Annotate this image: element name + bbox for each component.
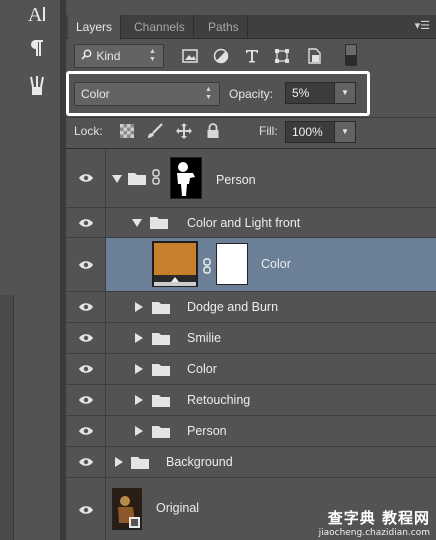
lock-row: Lock: Fill: 100% ▼	[66, 118, 436, 146]
group-expanded-triangle-icon[interactable]	[112, 175, 122, 183]
layers-panel: Layers Channels Paths ▾☰ Kind ▲ ▼ Color …	[66, 0, 436, 540]
fill-input[interactable]: 100%	[285, 121, 335, 143]
annotation-highlight-box	[66, 71, 370, 116]
tab-channels[interactable]: Channels	[126, 15, 194, 39]
folder-icon	[131, 457, 149, 469]
group-collapsed-triangle-icon[interactable]	[135, 426, 143, 436]
visibility-eye-icon[interactable]	[66, 416, 106, 446]
tab-layers[interactable]: Layers	[68, 15, 122, 40]
watermark-url: jiaocheng.chazidian.com	[318, 528, 430, 538]
group-collapsed-triangle-icon[interactable]	[115, 457, 123, 467]
layer-mask-thumbnail[interactable]	[216, 243, 248, 285]
svg-text:A: A	[28, 4, 43, 25]
layer-name: Color	[187, 362, 217, 376]
group-mask-thumbnail	[170, 157, 202, 199]
layer-name: Person	[216, 173, 256, 187]
group-collapsed-triangle-icon[interactable]	[135, 395, 143, 405]
brush-presets-icon[interactable]	[22, 72, 52, 100]
fill-color-thumbnail[interactable]	[152, 241, 198, 287]
filter-toggle-switch[interactable]	[345, 44, 357, 66]
group-expanded-triangle-icon[interactable]	[132, 219, 142, 227]
layer-row-person-group[interactable]: Person	[66, 149, 436, 208]
folder-icon	[152, 302, 170, 314]
layer-name: Color	[261, 257, 291, 271]
tools-divider	[0, 295, 14, 540]
original-image-thumbnail	[112, 488, 142, 530]
layer-name: Smilie	[187, 331, 222, 345]
layer-name: Original	[156, 501, 200, 515]
lock-pixels-brush-icon[interactable]	[146, 122, 164, 140]
lock-transparency-icon[interactable]	[118, 122, 136, 140]
smart-object-filter-icon[interactable]	[304, 46, 324, 66]
layer-row-person-inner-group[interactable]: Person	[66, 416, 436, 447]
visibility-eye-icon[interactable]	[66, 238, 106, 291]
layers-list: Person Color and Light front Color Dodge…	[66, 148, 436, 540]
type-filter-icon[interactable]	[242, 46, 262, 66]
layer-row-retouching[interactable]: Retouching	[66, 385, 436, 416]
lock-label: Lock:	[74, 124, 103, 138]
panel-tabbar: Layers Channels Paths ▾☰	[66, 15, 436, 40]
layer-row-dodge-and-burn[interactable]: Dodge and Burn	[66, 292, 436, 323]
panel-menu-icon[interactable]: ▾☰	[415, 19, 430, 32]
visibility-eye-icon[interactable]	[66, 385, 106, 415]
lock-all-padlock-icon[interactable]	[204, 122, 222, 140]
fill-dropdown-button[interactable]: ▼	[334, 121, 356, 143]
filter-kind-label: Kind	[96, 49, 121, 63]
type-tool-icon[interactable]: A	[22, 0, 52, 28]
folder-icon	[150, 217, 168, 229]
watermark: 查字典 教程网 jiaocheng.chazidian.com	[319, 507, 430, 538]
filter-search-icon	[81, 45, 93, 67]
visibility-eye-icon[interactable]	[66, 447, 106, 477]
shape-filter-icon[interactable]	[272, 46, 292, 66]
visibility-eye-icon[interactable]	[66, 149, 106, 207]
visibility-eye-icon[interactable]	[66, 292, 106, 322]
mask-link-chain-icon[interactable]	[152, 169, 160, 185]
fill-color-swatch	[154, 243, 196, 275]
layer-row-background-group[interactable]: Background	[66, 447, 436, 478]
visibility-eye-icon[interactable]	[66, 323, 106, 353]
layer-row-smilie[interactable]: Smilie	[66, 323, 436, 354]
tab-paths[interactable]: Paths	[200, 15, 248, 39]
visibility-eye-icon[interactable]	[66, 208, 106, 237]
adjustment-filter-icon[interactable]	[211, 46, 231, 66]
group-collapsed-triangle-icon[interactable]	[135, 302, 143, 312]
filter-kind-dropdown[interactable]: Kind ▲ ▼	[74, 44, 164, 68]
watermark-title: 查字典 教程网	[327, 509, 430, 527]
layer-row-color-and-light-front[interactable]: Color and Light front	[66, 208, 436, 238]
tools-strip: A	[0, 0, 60, 540]
layer-name: Person	[187, 424, 227, 438]
layer-row-color-group[interactable]: Color	[66, 354, 436, 385]
folder-icon	[152, 426, 170, 438]
layer-name: Retouching	[187, 393, 251, 407]
mask-link-chain-icon[interactable]	[203, 258, 211, 274]
folder-icon	[152, 364, 170, 376]
layer-row-color-fill-selected[interactable]: Color	[66, 238, 436, 292]
visibility-eye-icon[interactable]	[66, 354, 106, 384]
folder-icon	[152, 333, 170, 345]
lock-position-move-icon[interactable]	[175, 122, 193, 140]
paragraph-icon[interactable]	[22, 34, 52, 62]
layer-name: Color and Light front	[187, 216, 301, 230]
folder-icon	[128, 173, 146, 185]
dropdown-arrows-icon: ▲ ▼	[149, 48, 156, 63]
layer-name: Dodge and Burn	[187, 300, 279, 314]
fill-label: Fill:	[259, 124, 278, 138]
folder-icon	[152, 395, 170, 407]
visibility-eye-icon[interactable]	[66, 478, 106, 540]
filter-row: Kind ▲ ▼	[66, 42, 436, 72]
group-collapsed-triangle-icon[interactable]	[135, 364, 143, 374]
fill-slider-icon	[154, 277, 196, 286]
pixel-layer-filter-icon[interactable]	[180, 46, 200, 66]
layer-name: Background	[166, 455, 233, 469]
group-collapsed-triangle-icon[interactable]	[135, 333, 143, 343]
